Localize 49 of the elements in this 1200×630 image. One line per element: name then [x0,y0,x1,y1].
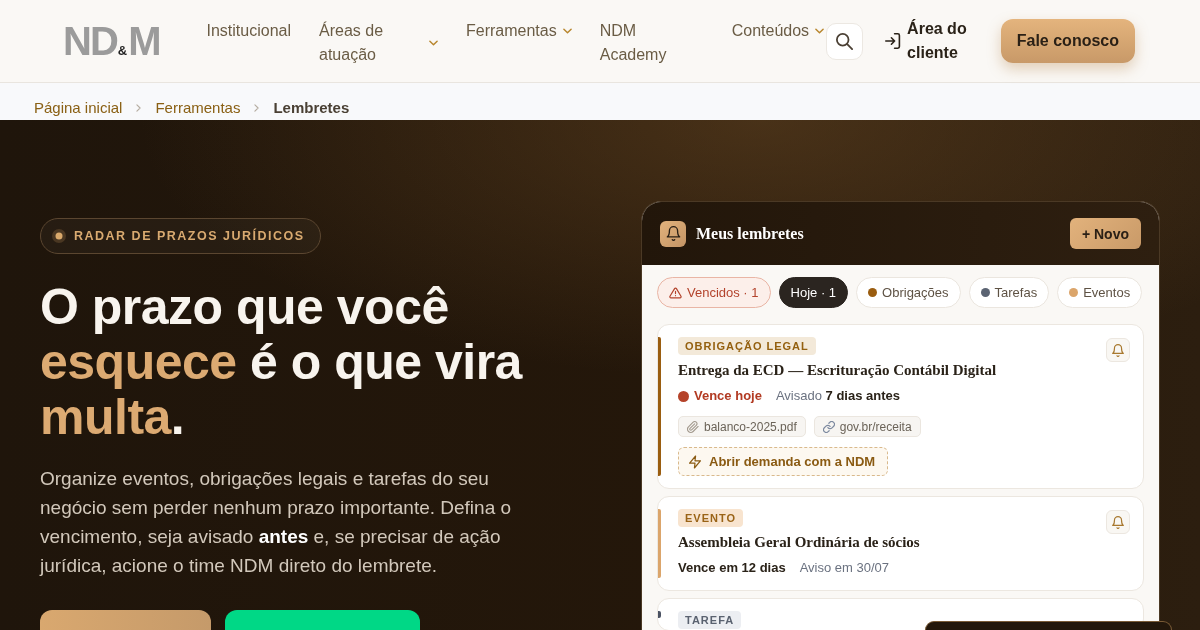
category-tag: EVENTO [678,509,744,527]
nav-link[interactable]: Áreas de atuação [319,19,438,67]
bell-icon [1112,515,1124,529]
filter-chip[interactable]: Obrigações [856,277,961,308]
chevron-icon [254,103,260,112]
dot-icon [52,229,66,243]
panel-title: Meus lembretes [696,224,804,243]
nav-link[interactable]: Ferramentas [466,19,572,43]
attachment-chip[interactable]: gov.br/receita [813,416,921,437]
search-button[interactable] [826,22,864,60]
reminder-title: Assembleia Geral Ordinária de sócios [678,533,920,552]
nav-link[interactable]: NDM Academy [599,19,704,67]
warning-icon [669,286,682,299]
link-icon [822,420,835,433]
filter-chip[interactable]: Eventos [1057,277,1143,308]
bell-icon [660,220,686,247]
open-request-button[interactable]: Abrir demanda com a NDM [678,447,889,476]
filter-chip[interactable]: Tarefas [968,277,1050,308]
hero-description: Organize eventos, obrigações legais e tarefas do seu negócio sem perder nenhum prazo importante. Defina o vencimento, seja avisado antes e, se precisar de ação jurídica, acione o time NDM direto do lembrete. [40,467,513,578]
breadcrumb-link[interactable]: Página inicial [34,99,123,116]
due-status: Vence hoje [678,386,762,406]
status-dot-icon [678,390,689,402]
search-icon [836,32,854,50]
eyebrow-text: RADAR DE PRAZOS JURÍDICOS [74,229,305,243]
bell-icon [1112,343,1124,357]
logo[interactable]: ND&M [63,25,160,57]
attachment-chip[interactable]: balanco-2025.pdf [678,416,806,437]
filter-chip[interactable]: Hoje · 1 [778,277,849,308]
reminder-title: Entrega da ECD — Escrituração Contábil Digital [678,361,997,380]
filter-chip[interactable]: Vencidos · 1 [657,277,771,308]
chevron-icon [136,103,142,112]
notice-text: Aviso em 30/07 [799,559,890,577]
breadcrumb-link[interactable]: Ferramentas [155,99,241,116]
breadcrumb-current: Lembretes [273,99,350,116]
due-status: Vence em 12 dias [678,559,786,577]
hero-headline: O prazo que você esquece é o que vira multa. [40,280,524,445]
new-reminder-button[interactable]: + Novo [1069,218,1141,249]
notify-button[interactable] [1106,338,1130,362]
nav-link[interactable]: Institucional [206,19,291,43]
notify-button[interactable] [1106,510,1130,534]
contact-button[interactable]: Fale conosco [1000,19,1135,63]
client-area-link[interactable]: Área do cliente [885,17,980,65]
category-tag: OBRIGAÇÃO LEGAL [678,337,816,355]
login-icon [885,33,902,49]
lightning-icon [689,454,701,469]
notice-text: Avisado 7 dias antes [775,387,900,405]
nav-link[interactable]: Conteúdos [731,19,825,43]
category-tag: TAREFA [678,611,742,629]
paperclip-icon [687,420,699,433]
